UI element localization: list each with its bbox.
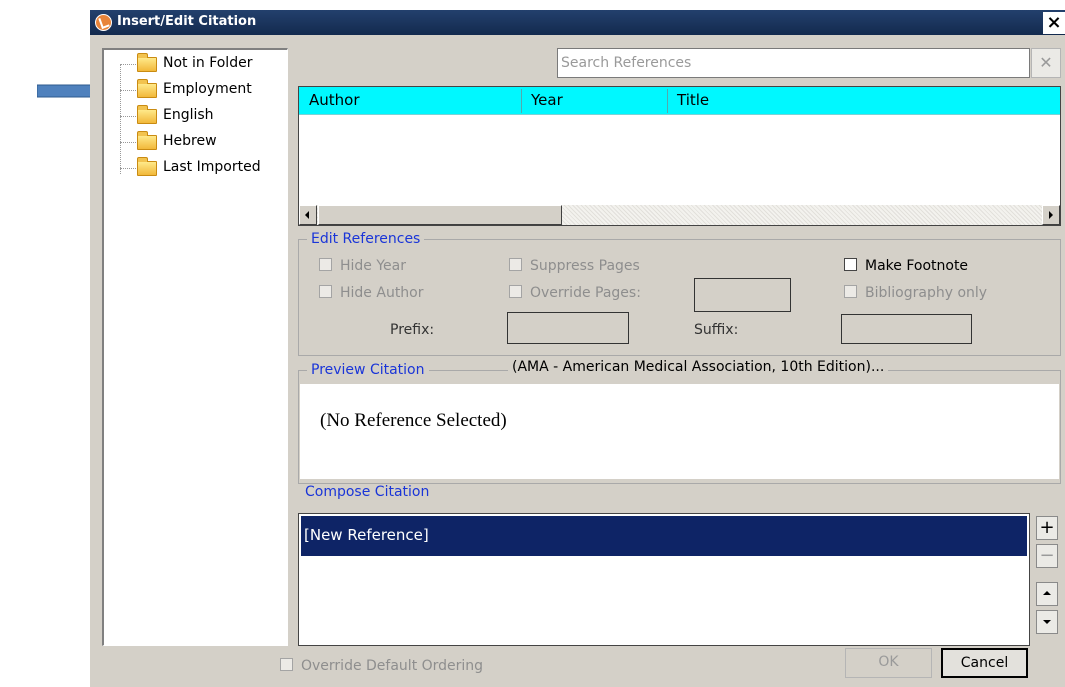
checkbox-box[interactable] [844,258,857,271]
tree-item-hebrew[interactable]: Hebrew [120,131,285,155]
tree-item-last-imported[interactable]: Last Imported [120,157,285,181]
override-pages-field[interactable] [694,278,791,312]
search-box [557,48,1030,78]
arrow-up-icon [1043,591,1051,595]
minus-icon: − [1039,545,1055,566]
preview-pane: (No Reference Selected) [300,384,1059,479]
tree-item-label: Employment [163,81,252,97]
edit-references-legend: Edit References [311,231,421,247]
search-input[interactable] [558,49,1029,77]
move-down-button[interactable] [1036,610,1058,634]
override-default-ordering-checkbox[interactable]: Override Default Ordering [280,658,483,678]
tree-item-label: English [163,107,214,123]
tree-item-label: Not in Folder [163,55,253,71]
reference-table[interactable]: Author Year Title [298,86,1061,226]
arrow-left-icon [305,211,309,219]
folder-icon [137,53,157,72]
folder-tree: Not in Folder Employment English Hebrew … [102,48,288,646]
bibliography-only-checkbox[interactable]: Bibliography only [844,285,987,305]
tree-item-label: Last Imported [163,159,261,175]
folder-icon [137,79,157,98]
remove-reference-button[interactable]: − [1036,544,1058,568]
suppress-pages-checkbox[interactable]: Suppress Pages [509,258,640,278]
suppress-pages-label: Suppress Pages [530,258,640,274]
checkbox-box[interactable] [844,285,857,298]
column-divider[interactable] [667,89,668,113]
hide-author-label: Hide Author [340,285,424,301]
folder-icon [137,105,157,124]
scroll-thumb[interactable] [318,205,562,225]
arrow-right-icon [1049,211,1053,219]
list-item[interactable]: [New Reference] [301,516,1027,556]
checkbox-box[interactable] [509,285,522,298]
horizontal-scrollbar[interactable] [299,205,1060,225]
move-up-button[interactable] [1036,582,1058,606]
prefix-field[interactable] [507,312,629,344]
compose-citation-list[interactable]: [New Reference] [298,513,1030,646]
preview-text: (No Reference Selected) [320,410,507,431]
checkbox-box[interactable] [319,258,332,271]
folder-icon [137,131,157,150]
override-pages-checkbox[interactable]: Override Pages: [509,285,641,305]
hide-year-label: Hide Year [340,258,407,274]
close-icon[interactable]: × [1043,12,1065,34]
tree-item-not-in-folder[interactable]: Not in Folder [120,53,285,77]
window-title: Insert/Edit Citation [117,14,257,29]
bibliography-only-label: Bibliography only [865,285,988,301]
add-reference-button[interactable]: + [1036,516,1058,540]
checkbox-box[interactable] [319,285,332,298]
insert-edit-citation-dialog: Insert/Edit Citation × Not in Folder Emp… [90,10,1065,687]
override-pages-label: Override Pages: [530,285,641,301]
citation-style-name: (AMA - American Medical Association, 10t… [508,359,889,375]
scroll-right-button[interactable] [1042,205,1060,225]
checkbox-box[interactable] [280,658,293,671]
scroll-left-button[interactable] [299,205,317,225]
column-header-year[interactable]: Year [531,91,563,109]
hide-author-checkbox[interactable]: Hide Author [319,285,424,305]
folder-icon [137,157,157,176]
compose-citation-label: Compose Citation [305,484,430,500]
prefix-label: Prefix: [390,322,435,338]
make-footnote-checkbox[interactable]: Make Footnote [844,258,968,278]
plus-icon: + [1039,517,1055,538]
hide-year-checkbox[interactable]: Hide Year [319,258,406,278]
ok-button[interactable]: OK [845,648,932,678]
column-divider[interactable] [521,89,522,113]
app-logo-icon [95,14,112,31]
arrow-down-icon [1043,620,1051,624]
cancel-button[interactable]: Cancel [941,648,1028,678]
override-ordering-label: Override Default Ordering [301,658,484,674]
column-header-author[interactable]: Author [309,91,360,109]
checkbox-box[interactable] [509,258,522,271]
title-bar: Insert/Edit Citation × [90,10,1065,35]
tree-item-english[interactable]: English [120,105,285,129]
column-header-title[interactable]: Title [677,91,709,109]
suffix-label: Suffix: [694,322,739,338]
tree-item-label: Hebrew [163,133,217,149]
tree-item-employment[interactable]: Employment [120,79,285,103]
suffix-field[interactable] [841,314,972,344]
make-footnote-label: Make Footnote [865,258,969,274]
table-header: Author Year Title [299,87,1060,115]
clear-search-icon[interactable]: ✕ [1031,48,1061,78]
preview-citation-legend: Preview Citation [311,362,425,378]
